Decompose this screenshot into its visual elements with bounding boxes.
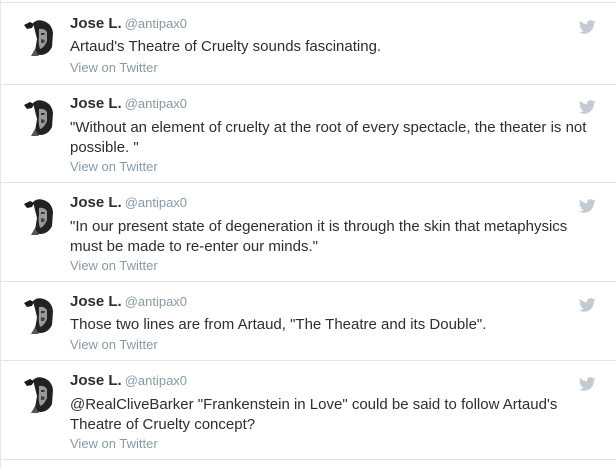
- tweet-text: Artaud's Theatre of Cruelty sounds fasci…: [70, 38, 382, 55]
- tweet-item: Jose L. @antipax0 @RealCliveBarker "Frank…: [1, 371, 616, 460]
- author-handle[interactable]: @antipax0: [125, 195, 187, 210]
- tweet-text: "In our present state of degeneration it…: [70, 218, 568, 255]
- view-on-twitter-link[interactable]: View on Twitter: [70, 337, 158, 352]
- twitter-bird-icon[interactable]: [579, 100, 596, 114]
- avatar-portrait-icon[interactable]: [22, 376, 59, 413]
- author-handle[interactable]: @antipax0: [125, 373, 187, 388]
- tweet-header: Jose L. @antipax0: [70, 95, 187, 113]
- twitter-bird-icon[interactable]: [579, 20, 596, 34]
- tweet-item: Jose L. @antipax0 "In our present state o…: [1, 193, 616, 282]
- avatar-portrait-icon[interactable]: [22, 99, 59, 136]
- author-handle[interactable]: @antipax0: [125, 16, 187, 31]
- tweet-text: "Without an element of cruelty at the ro…: [70, 119, 587, 156]
- avatar-portrait-icon[interactable]: [22, 297, 59, 334]
- author-handle[interactable]: @antipax0: [125, 294, 187, 309]
- author-name[interactable]: Jose L.: [70, 293, 122, 310]
- view-on-twitter-link[interactable]: View on Twitter: [70, 436, 158, 451]
- author-name[interactable]: Jose L.: [70, 372, 122, 389]
- tweet-item: Jose L. @antipax0 Artaud's Theatre of Cru…: [1, 14, 616, 85]
- tweet-text: Those two lines are from Artaud, "The Th…: [70, 316, 487, 333]
- feed-top-divider: [1, 2, 616, 3]
- tweet-text: @RealCliveBarker "Frankenstein in Love" …: [70, 396, 558, 433]
- tweet-feed: Jose L. @antipax0 Artaud's Theatre of Cru…: [0, 0, 616, 468]
- avatar-portrait-icon[interactable]: [22, 198, 59, 235]
- tweet-header: Jose L. @antipax0: [70, 15, 187, 33]
- author-name[interactable]: Jose L.: [70, 15, 122, 32]
- tweet-header: Jose L. @antipax0: [70, 372, 187, 390]
- twitter-bird-icon[interactable]: [579, 377, 596, 391]
- twitter-bird-icon[interactable]: [579, 298, 596, 312]
- author-handle[interactable]: @antipax0: [125, 96, 187, 111]
- tweet-header: Jose L. @antipax0: [70, 194, 187, 212]
- view-on-twitter-link[interactable]: View on Twitter: [70, 159, 158, 174]
- view-on-twitter-link[interactable]: View on Twitter: [70, 60, 158, 75]
- author-name[interactable]: Jose L.: [70, 95, 122, 112]
- tweet-item: Jose L. @antipax0 Those two lines are fro…: [1, 292, 616, 361]
- tweet-header: Jose L. @antipax0: [70, 293, 187, 311]
- twitter-bird-icon[interactable]: [579, 199, 596, 213]
- author-name[interactable]: Jose L.: [70, 194, 122, 211]
- view-on-twitter-link[interactable]: View on Twitter: [70, 258, 158, 273]
- avatar-portrait-icon[interactable]: [22, 19, 59, 56]
- tweet-item: Jose L. @antipax0 "Without an element of …: [1, 94, 616, 183]
